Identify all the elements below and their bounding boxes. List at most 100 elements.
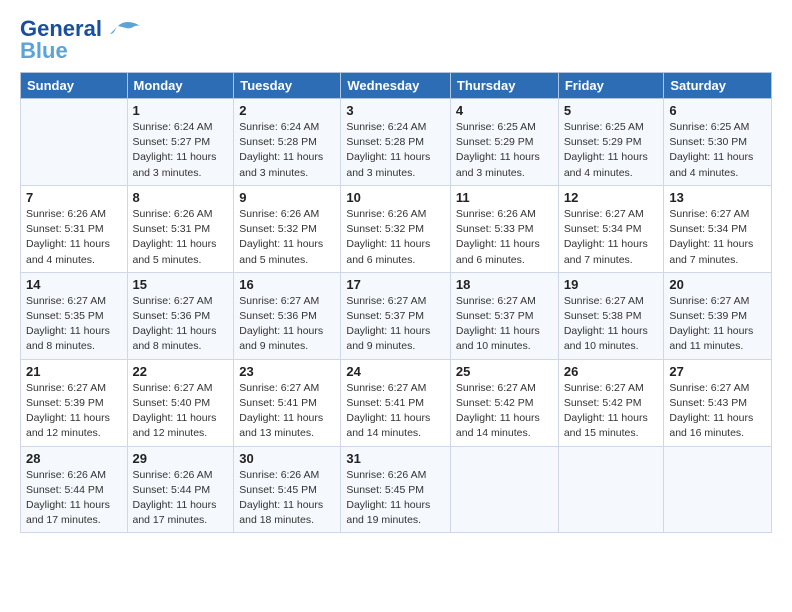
- day-info: Sunrise: 6:27 AMSunset: 5:37 PMDaylight:…: [456, 294, 553, 355]
- day-info: Sunrise: 6:27 AMSunset: 5:36 PMDaylight:…: [239, 294, 335, 355]
- day-number: 17: [346, 277, 445, 292]
- day-info: Sunrise: 6:26 AMSunset: 5:31 PMDaylight:…: [133, 207, 229, 268]
- day-info: Sunrise: 6:26 AMSunset: 5:45 PMDaylight:…: [346, 468, 445, 529]
- day-cell: 28Sunrise: 6:26 AMSunset: 5:44 PMDayligh…: [21, 446, 128, 533]
- day-number: 14: [26, 277, 122, 292]
- day-info: Sunrise: 6:26 AMSunset: 5:32 PMDaylight:…: [346, 207, 445, 268]
- day-number: 11: [456, 190, 553, 205]
- day-number: 4: [456, 103, 553, 118]
- day-info: Sunrise: 6:26 AMSunset: 5:31 PMDaylight:…: [26, 207, 122, 268]
- day-info: Sunrise: 6:26 AMSunset: 5:32 PMDaylight:…: [239, 207, 335, 268]
- day-number: 22: [133, 364, 229, 379]
- day-cell: 11 Sunrise: 6:26 AMSunset: 5:33 PMDayligh…: [450, 185, 558, 272]
- day-info: Sunrise: 6:25 AMSunset: 5:29 PMDaylight:…: [456, 120, 553, 181]
- day-number: 1: [133, 103, 229, 118]
- day-cell: 12Sunrise: 6:27 AMSunset: 5:34 PMDayligh…: [558, 185, 664, 272]
- day-cell: 19 Sunrise: 6:27 AMSunset: 5:38 PMDayligh…: [558, 272, 664, 359]
- header-cell-thursday: Thursday: [450, 73, 558, 99]
- day-number: 28: [26, 451, 122, 466]
- logo-blue: Blue: [20, 38, 68, 64]
- day-info: Sunrise: 6:27 AMSunset: 5:41 PMDaylight:…: [239, 381, 335, 442]
- day-info: Sunrise: 6:27 AMSunset: 5:39 PMDaylight:…: [26, 381, 122, 442]
- header-row: SundayMondayTuesdayWednesdayThursdayFrid…: [21, 73, 772, 99]
- week-row-1: 1 Sunrise: 6:24 AMSunset: 5:27 PMDaylight…: [21, 99, 772, 186]
- day-number: 7: [26, 190, 122, 205]
- day-number: 31: [346, 451, 445, 466]
- day-number: 19: [564, 277, 659, 292]
- day-number: 26: [564, 364, 659, 379]
- day-number: 13: [669, 190, 766, 205]
- header: General Blue: [20, 16, 772, 64]
- day-cell: 4 Sunrise: 6:25 AMSunset: 5:29 PMDaylight…: [450, 99, 558, 186]
- day-info: Sunrise: 6:27 AMSunset: 5:41 PMDaylight:…: [346, 381, 445, 442]
- day-number: 16: [239, 277, 335, 292]
- day-number: 27: [669, 364, 766, 379]
- calendar-header: SundayMondayTuesdayWednesdayThursdayFrid…: [21, 73, 772, 99]
- day-cell: 15 Sunrise: 6:27 AMSunset: 5:36 PMDayligh…: [127, 272, 234, 359]
- day-cell: 23Sunrise: 6:27 AMSunset: 5:41 PMDayligh…: [234, 359, 341, 446]
- day-info: Sunrise: 6:27 AMSunset: 5:34 PMDaylight:…: [669, 207, 766, 268]
- day-number: 3: [346, 103, 445, 118]
- header-cell-sunday: Sunday: [21, 73, 128, 99]
- day-cell: [664, 446, 772, 533]
- day-info: Sunrise: 6:26 AMSunset: 5:33 PMDaylight:…: [456, 207, 553, 268]
- day-cell: 16 Sunrise: 6:27 AMSunset: 5:36 PMDayligh…: [234, 272, 341, 359]
- day-cell: 31 Sunrise: 6:26 AMSunset: 5:45 PMDayligh…: [341, 446, 451, 533]
- day-info: Sunrise: 6:27 AMSunset: 5:42 PMDaylight:…: [564, 381, 659, 442]
- day-number: 25: [456, 364, 553, 379]
- day-number: 21: [26, 364, 122, 379]
- day-info: Sunrise: 6:27 AMSunset: 5:39 PMDaylight:…: [669, 294, 766, 355]
- day-cell: 1 Sunrise: 6:24 AMSunset: 5:27 PMDaylight…: [127, 99, 234, 186]
- day-cell: [558, 446, 664, 533]
- day-cell: 27Sunrise: 6:27 AMSunset: 5:43 PMDayligh…: [664, 359, 772, 446]
- header-cell-friday: Friday: [558, 73, 664, 99]
- day-cell: 20Sunrise: 6:27 AMSunset: 5:39 PMDayligh…: [664, 272, 772, 359]
- day-cell: 26 Sunrise: 6:27 AMSunset: 5:42 PMDayligh…: [558, 359, 664, 446]
- day-info: Sunrise: 6:27 AMSunset: 5:38 PMDaylight:…: [564, 294, 659, 355]
- day-number: 12: [564, 190, 659, 205]
- day-info: Sunrise: 6:26 AMSunset: 5:44 PMDaylight:…: [133, 468, 229, 529]
- day-info: Sunrise: 6:25 AMSunset: 5:30 PMDaylight:…: [669, 120, 766, 181]
- day-info: Sunrise: 6:24 AMSunset: 5:27 PMDaylight:…: [133, 120, 229, 181]
- day-cell: 24 Sunrise: 6:27 AMSunset: 5:41 PMDayligh…: [341, 359, 451, 446]
- day-cell: 14Sunrise: 6:27 AMSunset: 5:35 PMDayligh…: [21, 272, 128, 359]
- day-number: 30: [239, 451, 335, 466]
- logo-bird-icon: [108, 18, 140, 40]
- day-cell: 29Sunrise: 6:26 AMSunset: 5:44 PMDayligh…: [127, 446, 234, 533]
- day-cell: 9 Sunrise: 6:26 AMSunset: 5:32 PMDaylight…: [234, 185, 341, 272]
- day-cell: 30 Sunrise: 6:26 AMSunset: 5:45 PMDayligh…: [234, 446, 341, 533]
- day-info: Sunrise: 6:26 AMSunset: 5:45 PMDaylight:…: [239, 468, 335, 529]
- day-info: Sunrise: 6:24 AMSunset: 5:28 PMDaylight:…: [346, 120, 445, 181]
- header-cell-tuesday: Tuesday: [234, 73, 341, 99]
- day-number: 6: [669, 103, 766, 118]
- week-row-4: 21 Sunrise: 6:27 AMSunset: 5:39 PMDayligh…: [21, 359, 772, 446]
- day-cell: 8 Sunrise: 6:26 AMSunset: 5:31 PMDaylight…: [127, 185, 234, 272]
- header-cell-monday: Monday: [127, 73, 234, 99]
- day-info: Sunrise: 6:27 AMSunset: 5:36 PMDaylight:…: [133, 294, 229, 355]
- day-cell: [21, 99, 128, 186]
- day-cell: [450, 446, 558, 533]
- day-info: Sunrise: 6:24 AMSunset: 5:28 PMDaylight:…: [239, 120, 335, 181]
- day-info: Sunrise: 6:25 AMSunset: 5:29 PMDaylight:…: [564, 120, 659, 181]
- day-info: Sunrise: 6:27 AMSunset: 5:37 PMDaylight:…: [346, 294, 445, 355]
- day-cell: 25 Sunrise: 6:27 AMSunset: 5:42 PMDayligh…: [450, 359, 558, 446]
- day-number: 5: [564, 103, 659, 118]
- day-info: Sunrise: 6:27 AMSunset: 5:40 PMDaylight:…: [133, 381, 229, 442]
- calendar-body: 1 Sunrise: 6:24 AMSunset: 5:27 PMDaylight…: [21, 99, 772, 533]
- day-cell: 6 Sunrise: 6:25 AMSunset: 5:30 PMDaylight…: [664, 99, 772, 186]
- week-row-5: 28 Sunrise: 6:26 AMSunset: 5:44 PMDayligh…: [21, 446, 772, 533]
- day-cell: 22 Sunrise: 6:27 AMSunset: 5:40 PMDayligh…: [127, 359, 234, 446]
- day-number: 2: [239, 103, 335, 118]
- header-cell-saturday: Saturday: [664, 73, 772, 99]
- day-number: 15: [133, 277, 229, 292]
- day-number: 10: [346, 190, 445, 205]
- day-cell: 21 Sunrise: 6:27 AMSunset: 5:39 PMDayligh…: [21, 359, 128, 446]
- day-number: 8: [133, 190, 229, 205]
- day-cell: 18 Sunrise: 6:27 AMSunset: 5:37 PMDayligh…: [450, 272, 558, 359]
- day-number: 18: [456, 277, 553, 292]
- day-cell: 5 Sunrise: 6:25 AMSunset: 5:29 PMDaylight…: [558, 99, 664, 186]
- day-number: 9: [239, 190, 335, 205]
- day-info: Sunrise: 6:27 AMSunset: 5:42 PMDaylight:…: [456, 381, 553, 442]
- day-cell: 13 Sunrise: 6:27 AMSunset: 5:34 PMDayligh…: [664, 185, 772, 272]
- day-number: 24: [346, 364, 445, 379]
